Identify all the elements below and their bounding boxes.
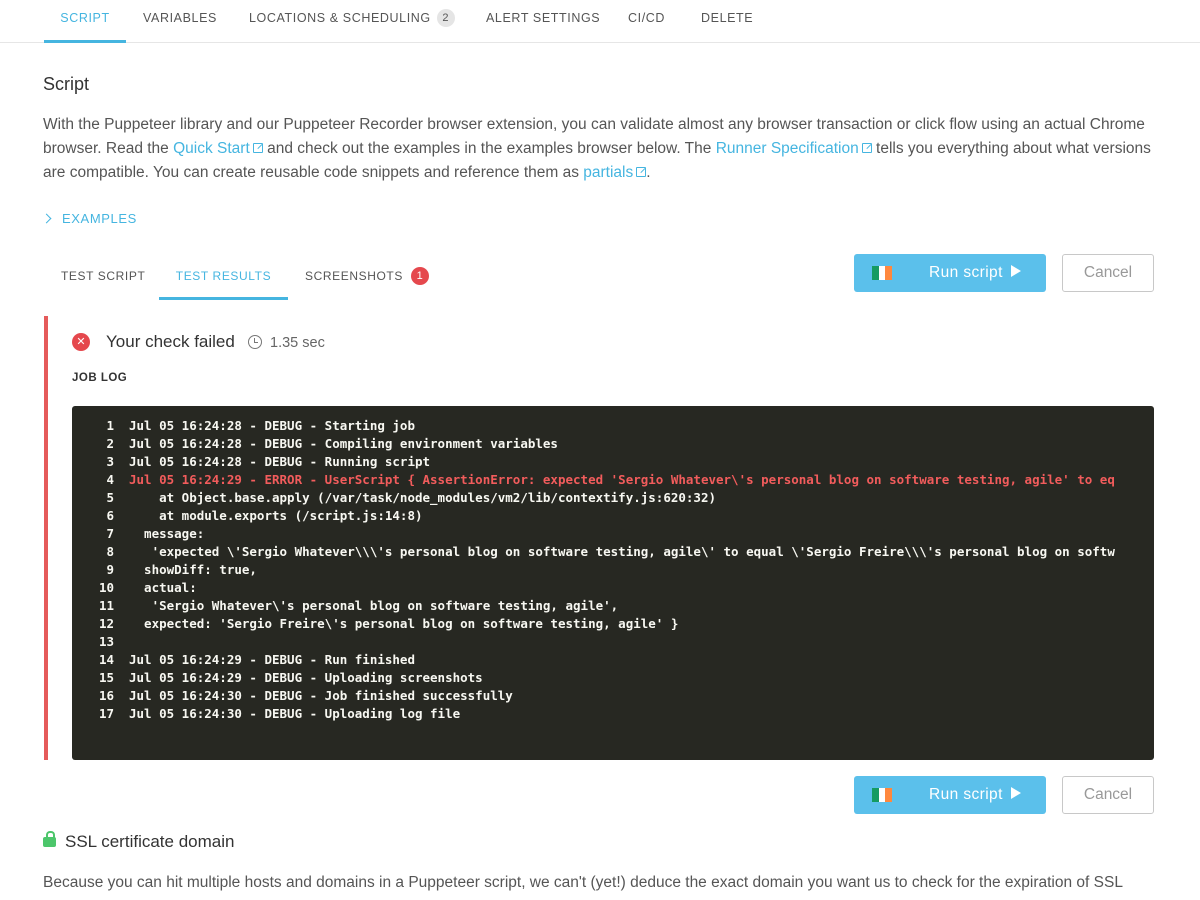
log-line: 8 'expected \'Sergio Whatever\\\'s perso… xyxy=(106,544,1115,559)
screenshots-count-badge: 1 xyxy=(410,266,429,285)
log-line: 12 expected: 'Sergio Freire\'s personal … xyxy=(98,616,679,631)
log-line: 10 actual: xyxy=(98,580,197,595)
tab-delete[interactable]: DELETE xyxy=(701,0,753,43)
result-tabs: TEST SCRIPT TEST RESULTS SCREENSHOTS 1 xyxy=(43,256,443,300)
chevron-right-icon xyxy=(41,213,52,224)
log-line: 3 Jul 05 16:24:28 - DEBUG - Running scrip… xyxy=(106,454,431,469)
play-icon xyxy=(1010,787,1021,799)
ssl-description: Because you can hit multiple hosts and d… xyxy=(43,874,1123,891)
log-line: 13 xyxy=(98,634,114,649)
clock-icon xyxy=(248,335,262,349)
locations-count-badge: 2 xyxy=(436,8,455,27)
tab-test-script[interactable]: TEST SCRIPT xyxy=(61,256,145,300)
runner-specification-link[interactable]: Runner Specification xyxy=(716,140,872,157)
ssl-section-title: SSL certificate domain xyxy=(43,831,234,853)
top-tabs: SCRIPT VARIABLES LOCATIONS & SCHEDULING 2… xyxy=(0,0,1200,43)
failed-x-icon: ✕ xyxy=(72,333,90,351)
tab-test-results[interactable]: TEST RESULTS xyxy=(159,256,288,300)
log-line-error: 4 Jul 05 16:24:29 - ERROR - UserScript { … xyxy=(106,472,1115,487)
check-duration: 1.35 sec xyxy=(270,335,325,351)
cancel-button-bottom[interactable]: Cancel xyxy=(1062,776,1154,814)
log-line: 15 Jul 05 16:24:29 - DEBUG - Uploading sc… xyxy=(98,670,483,685)
tab-alert-settings[interactable]: ALERT SETTINGS xyxy=(486,0,600,43)
log-line: 9 showDiff: true, xyxy=(106,562,257,577)
script-intro: With the Puppeteer library and our Puppe… xyxy=(43,116,1151,181)
tab-script[interactable]: SCRIPT xyxy=(44,0,126,43)
external-link-icon xyxy=(861,143,872,153)
log-line: 1 Jul 05 16:24:28 - DEBUG - Starting job xyxy=(106,418,415,433)
tab-ci-cd[interactable]: CI/CD xyxy=(628,0,665,43)
run-script-button-bottom[interactable]: Run script xyxy=(854,776,1046,814)
check-status-text: Your check failed xyxy=(106,332,235,351)
external-link-icon xyxy=(252,143,263,153)
cancel-button[interactable]: Cancel xyxy=(1062,254,1154,292)
job-log-label: JOB LOG xyxy=(72,372,128,384)
flag-ireland-icon xyxy=(872,788,893,802)
flag-ireland-icon xyxy=(872,266,893,280)
log-line: 11 'Sergio Whatever\'s personal blog on … xyxy=(98,598,619,613)
log-line: 17 Jul 05 16:24:30 - DEBUG - Uploading lo… xyxy=(98,706,461,721)
job-log[interactable]: 1 Jul 05 16:24:28 - DEBUG - Starting job … xyxy=(72,406,1154,760)
external-link-icon xyxy=(636,167,647,177)
play-icon xyxy=(1010,265,1021,277)
tab-screenshots[interactable]: SCREENSHOTS 1 xyxy=(305,256,429,300)
tab-locations-scheduling[interactable]: LOCATIONS & SCHEDULING 2 xyxy=(249,0,455,43)
examples-toggle[interactable]: EXAMPLES xyxy=(41,210,137,228)
partials-link[interactable]: partials xyxy=(583,164,647,181)
log-line: 7 message: xyxy=(106,526,205,541)
log-line: 6 at module.exports (/script.js:14:8) xyxy=(106,508,423,523)
lock-icon xyxy=(43,831,56,847)
script-title: Script xyxy=(43,74,90,94)
log-line: 16 Jul 05 16:24:30 - DEBUG - Job finished… xyxy=(98,688,513,703)
result-status-bar xyxy=(44,316,48,760)
quick-start-link[interactable]: Quick Start xyxy=(173,140,263,157)
log-line: 2 Jul 05 16:24:28 - DEBUG - Compiling env… xyxy=(106,436,558,451)
log-line: 14 Jul 05 16:24:29 - DEBUG - Run finished xyxy=(98,652,415,667)
run-script-button[interactable]: Run script xyxy=(854,254,1046,292)
log-line: 5 at Object.base.apply (/var/task/node_m… xyxy=(106,490,716,505)
tab-variables[interactable]: VARIABLES xyxy=(143,0,217,43)
